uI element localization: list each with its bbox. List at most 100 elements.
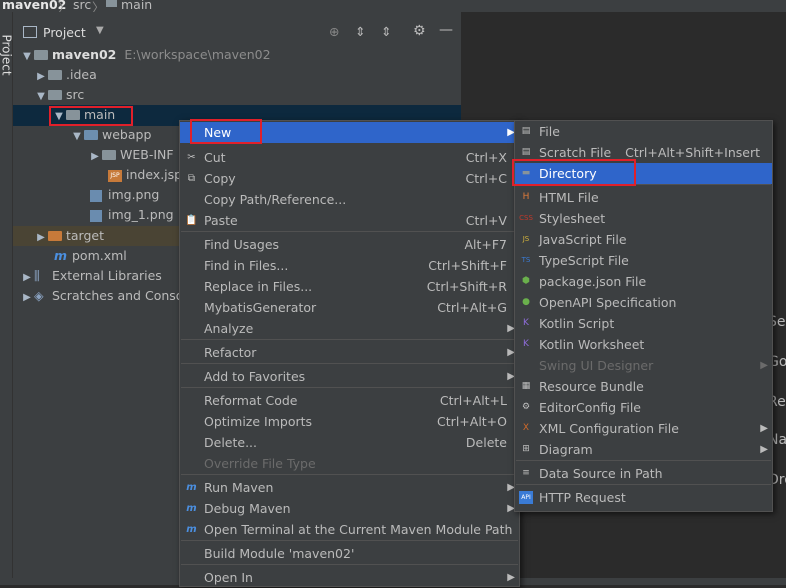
menu-item-open-terminal-at-the-current-maven-module-path[interactable]: m Open Terminal at the Current Maven Modu…: [180, 519, 519, 540]
new-menu-item-xml-configuration-file[interactable]: X XML Configuration File ▶: [515, 418, 772, 439]
project-tool-tab[interactable]: Project: [0, 34, 14, 75]
menu-item-label: MybatisGenerator: [204, 300, 317, 315]
menu-separator: [181, 474, 518, 475]
menu-item-shortcut: Ctrl+Alt+O: [437, 414, 507, 429]
menu-item-run-maven[interactable]: m Run Maven ▶: [180, 477, 519, 498]
new-menu-item-javascript-file[interactable]: JS JavaScript File: [515, 229, 772, 250]
menu-item-label: Build Module 'maven02': [204, 546, 355, 561]
expand-arrow-icon[interactable]: ▼: [20, 47, 34, 67]
expand-arrow-icon[interactable]: ▶: [20, 268, 34, 288]
menu-item-mybatisgenerator[interactable]: MybatisGenerator Ctrl+Alt+G: [180, 297, 519, 318]
menu-item-copy-path-reference[interactable]: Copy Path/Reference...: [180, 189, 519, 210]
tree-item-src[interactable]: ▼ src: [34, 85, 84, 105]
menu-item-label: Analyze: [204, 321, 254, 336]
menu-item-copy[interactable]: ⧉ Copy Ctrl+C: [180, 168, 519, 189]
menu-item-paste[interactable]: 📋 Paste Ctrl+V: [180, 210, 519, 231]
tree-label: img.png: [108, 187, 160, 202]
menu-item-shortcut: Ctrl+Alt+G: [437, 300, 507, 315]
collapse-all-icon[interactable]: ⇕: [381, 24, 391, 39]
menu-item-label: Diagram: [539, 442, 593, 457]
new-menu-item-diagram[interactable]: ⊞ Diagram ▶: [515, 439, 772, 460]
panel-title[interactable]: Project: [43, 25, 86, 40]
menu-item-find-usages[interactable]: Find Usages Alt+F7: [180, 234, 519, 255]
tree-label: Scratches and Consol: [52, 288, 187, 303]
minimize-icon[interactable]: —: [439, 22, 453, 38]
expand-arrow-icon[interactable]: ▶: [34, 228, 48, 248]
breadcrumb-main[interactable]: main: [121, 0, 152, 12]
new-menu-item-file[interactable]: ▤ File: [515, 121, 772, 142]
tree-item-img[interactable]: img.png: [90, 185, 159, 205]
menu-item-refactor[interactable]: Refactor ▶: [180, 342, 519, 363]
new-menu-item-kotlin-worksheet[interactable]: K Kotlin Worksheet: [515, 334, 772, 355]
menu-item-shortcut: Ctrl+Shift+R: [426, 279, 507, 294]
expand-all-icon[interactable]: ⇕: [355, 24, 365, 39]
tree-item-external-libraries[interactable]: ▶ ⫼ External Libraries: [20, 266, 162, 286]
submenu-arrow-icon: ▶: [760, 444, 768, 455]
menu-item-label: Find in Files...: [204, 258, 289, 273]
tree-label: src: [66, 87, 85, 102]
submenu-arrow-icon: ▶: [760, 360, 768, 371]
tree-item-pom[interactable]: m pom.xml: [54, 246, 127, 266]
new-menu-item-html-file[interactable]: H HTML File: [515, 187, 772, 208]
new-menu-item-package-json-file[interactable]: ⬢ package.json File: [515, 271, 772, 292]
new-menu-item-http-request[interactable]: API HTTP Request: [515, 487, 772, 508]
menu-item-label: Swing UI Designer: [539, 358, 654, 373]
new-menu-item-openapi-specification[interactable]: ● OpenAPI Specification: [515, 292, 772, 313]
expand-arrow-icon[interactable]: ▶: [88, 147, 102, 167]
menu-item-label: Refactor: [204, 345, 257, 360]
new-menu-item-swing-ui-designer: Swing UI Designer ▶: [515, 355, 772, 376]
new-menu-item-data-source-in-path[interactable]: ≡ Data Source in Path: [515, 463, 772, 484]
menu-item-build-module-maven02[interactable]: Build Module 'maven02': [180, 543, 519, 564]
tree-item-idea[interactable]: ▶ .idea: [34, 65, 97, 85]
tree-item-target[interactable]: ▶ target: [34, 226, 104, 246]
breadcrumb-project[interactable]: maven02: [2, 0, 66, 12]
new-menu-item-typescript-file[interactable]: TS TypeScript File: [515, 250, 772, 271]
menu-item-label: Stylesheet: [539, 211, 606, 226]
tree-item-img1[interactable]: img_1.png: [90, 205, 174, 225]
menu-item-label: Find Usages: [204, 237, 280, 252]
menu-item-reformat-code[interactable]: Reformat Code Ctrl+Alt+L: [180, 390, 519, 411]
menu-item-debug-maven[interactable]: m Debug Maven ▶: [180, 498, 519, 519]
diagram-icon: ⊞: [522, 444, 530, 454]
expand-arrow-icon[interactable]: ▶: [20, 288, 34, 308]
menu-item-find-in-files[interactable]: Find in Files... Ctrl+Shift+F: [180, 255, 519, 276]
menu-item-replace-in-files[interactable]: Replace in Files... Ctrl+Shift+R: [180, 276, 519, 297]
tree-item-webinf[interactable]: ▶ WEB-INF: [88, 145, 173, 167]
tree-item-indexjsp[interactable]: JSP index.jsp: [108, 165, 182, 185]
locate-icon[interactable]: ⊕: [329, 24, 339, 39]
menu-item-add-to-favorites[interactable]: Add to Favorites ▶: [180, 366, 519, 387]
jsp-file-icon: JSP: [108, 169, 122, 182]
new-menu-item-resource-bundle[interactable]: ▦ Resource Bundle: [515, 376, 772, 397]
folder-icon: [34, 49, 48, 60]
tree-item-webapp[interactable]: ▼ webapp: [70, 125, 151, 145]
gear-icon[interactable]: ⚙: [413, 23, 426, 39]
expand-arrow-icon[interactable]: ▶: [34, 67, 48, 87]
maven-icon: m: [186, 482, 197, 493]
chevron-down-icon[interactable]: ▼: [96, 25, 104, 36]
menu-item-label: TypeScript File: [539, 253, 629, 268]
file-icon: ▤: [521, 147, 531, 157]
menu-item-delete[interactable]: Delete... Delete: [180, 432, 519, 453]
folder-icon: [102, 149, 116, 160]
menu-item-label: Open Terminal at the Current Maven Modul…: [204, 522, 513, 537]
maven-icon: m: [186, 503, 197, 514]
file-icon: ▤: [521, 126, 531, 136]
menu-item-analyze[interactable]: Analyze ▶: [180, 318, 519, 339]
folder-icon: [48, 89, 62, 100]
expand-arrow-icon[interactable]: ▼: [34, 87, 48, 107]
tree-item-scratches[interactable]: ▶ ◈ Scratches and Consol: [20, 286, 187, 306]
menu-item-optimize-imports[interactable]: Optimize Imports Ctrl+Alt+O: [180, 411, 519, 432]
menu-item-cut[interactable]: ✂ Cut Ctrl+X: [180, 147, 519, 168]
expand-arrow-icon[interactable]: ▼: [70, 127, 84, 147]
tree-label: .idea: [66, 67, 97, 82]
new-menu-item-editorconfig-file[interactable]: ⚙ EditorConfig File: [515, 397, 772, 418]
new-menu-item-kotlin-script[interactable]: K Kotlin Script: [515, 313, 772, 334]
menu-item-label: File: [539, 124, 560, 139]
kotlin-icon: K: [523, 339, 529, 349]
menu-item-label: Paste: [204, 213, 238, 228]
breadcrumb-src[interactable]: src: [73, 0, 91, 12]
tree-item-root[interactable]: ▼ maven02 E:\workspace\maven02: [20, 45, 270, 67]
new-menu-item-stylesheet[interactable]: CSS Stylesheet: [515, 208, 772, 229]
tool-window-strip: Project: [0, 12, 14, 585]
menu-item-shortcut: Ctrl+X: [465, 150, 507, 165]
